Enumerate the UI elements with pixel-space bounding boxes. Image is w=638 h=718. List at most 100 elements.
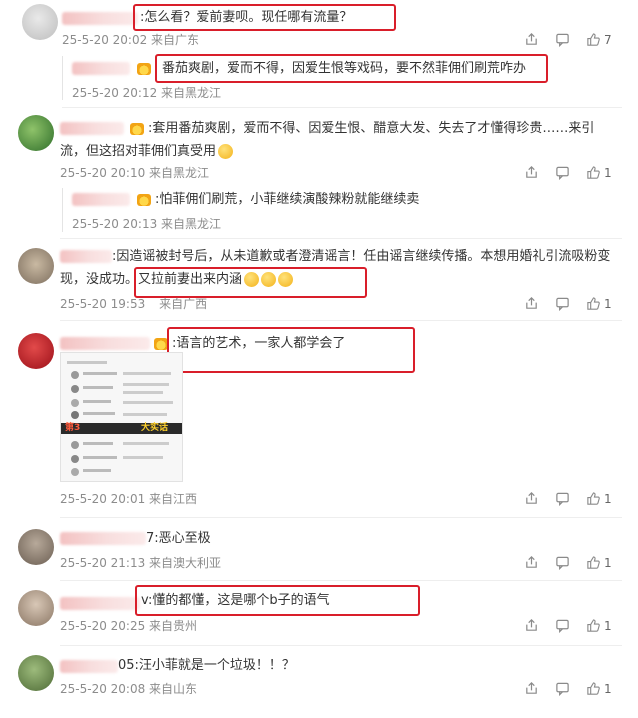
like-button[interactable]: 1 xyxy=(586,555,612,570)
image-caption: 第3 xyxy=(65,423,81,433)
username-blurred[interactable] xyxy=(60,122,124,135)
emoji-icon xyxy=(218,144,234,159)
like-count: 1 xyxy=(604,491,612,506)
username-blurred[interactable] xyxy=(60,532,146,545)
like-count: 7 xyxy=(604,32,612,47)
comment-time: 25-5-20 19:53 xyxy=(60,297,146,311)
like-icon xyxy=(586,491,601,506)
share-icon[interactable] xyxy=(524,681,539,696)
avatar[interactable] xyxy=(18,655,54,691)
comment-meta: 25-5-20 20:08 来自山东 xyxy=(60,682,198,696)
like-icon xyxy=(586,681,601,696)
comment-location: 来自广西 xyxy=(159,297,208,311)
comment-text: :套用番茄爽剧，爱而不得、因爱生恨、醋意大发、失去了才懂得珍贵……来引 xyxy=(148,121,595,136)
comment-text: :语言的艺术，一家人都学会了 xyxy=(172,336,346,351)
comment-icon[interactable] xyxy=(555,555,570,570)
username-blurred[interactable] xyxy=(60,250,112,263)
separator xyxy=(60,320,622,321)
highlight-box xyxy=(134,267,367,298)
comment-text-body: 懂的都懂，这是哪个b子的语气 xyxy=(152,593,330,608)
comment-icon[interactable] xyxy=(555,681,570,696)
comment-text: :因造谣被封号后，从未道歉或者澄清谣言！任由谣言继续传播。本想用婚礼引流吸粉变 xyxy=(112,249,611,264)
separator xyxy=(60,238,622,239)
crown-badge-icon xyxy=(137,194,151,206)
comment-actions: 1 xyxy=(524,681,612,696)
comment-text: :怎么看？爱前妻呗。现任哪有流量？ xyxy=(140,10,353,25)
share-icon[interactable] xyxy=(524,296,539,311)
image-caption: 大实话 xyxy=(141,423,169,433)
avatar[interactable] xyxy=(18,248,54,284)
like-count: 1 xyxy=(604,296,612,311)
comment-image[interactable]: 第3 大实话 xyxy=(60,352,183,482)
comment-icon[interactable] xyxy=(555,491,570,506)
reply-divider xyxy=(62,56,63,100)
reply-text: 番茄爽剧，爱而不得，因爱生恨等戏码，要不然菲佣们刷荒咋办 xyxy=(162,61,527,76)
username-blurred[interactable] xyxy=(60,660,118,673)
comment-text: v:懂的都懂，这是哪个b子的语气 xyxy=(141,589,330,612)
like-count: 1 xyxy=(604,618,612,633)
username-blurred[interactable] xyxy=(72,62,130,75)
separator xyxy=(60,645,622,646)
like-button[interactable]: 1 xyxy=(586,491,612,506)
comment-icon[interactable] xyxy=(555,165,570,180)
comment-meta: 25-5-20 20:10 来自黑龙江 xyxy=(60,166,210,180)
comment-meta: 25-5-20 20:01 来自江西 xyxy=(60,492,198,506)
comment-icon[interactable] xyxy=(555,32,570,47)
username-blurred[interactable] xyxy=(60,597,140,610)
crown-badge-icon xyxy=(130,123,144,135)
comment-meta: 25-5-20 19:53 来自广西 xyxy=(60,296,207,312)
comment-actions: 1 xyxy=(524,491,612,506)
separator xyxy=(60,580,622,581)
username-blurred[interactable] xyxy=(72,193,130,206)
avatar[interactable] xyxy=(18,529,54,565)
username-blurred[interactable] xyxy=(62,12,138,25)
reply-text: :怕菲佣们刷荒，小菲继续演酸辣粉就能继续卖 xyxy=(155,192,420,207)
comment-actions: 1 xyxy=(524,555,612,570)
reply-divider xyxy=(62,188,63,232)
comment-actions: 1 xyxy=(524,296,612,311)
avatar[interactable] xyxy=(18,590,54,626)
like-button[interactable]: 1 xyxy=(586,296,612,311)
like-icon xyxy=(586,555,601,570)
like-button[interactable]: 1 xyxy=(586,618,612,633)
comment-text-prefix: v: xyxy=(141,593,153,608)
like-icon xyxy=(586,32,601,47)
avatar[interactable] xyxy=(18,333,54,369)
comment-actions: 1 xyxy=(524,165,612,180)
like-button[interactable]: 1 xyxy=(586,681,612,696)
avatar[interactable] xyxy=(18,115,54,151)
comment-icon[interactable] xyxy=(555,618,570,633)
share-icon[interactable] xyxy=(524,32,539,47)
comment-text-line2: 流，但这招对菲佣们真受用 xyxy=(60,140,234,163)
share-icon[interactable] xyxy=(524,618,539,633)
comment-text-continued: 现，没成功。 xyxy=(60,272,139,287)
share-icon[interactable] xyxy=(524,491,539,506)
comment-text-continued: 流，但这招对菲佣们真受用 xyxy=(60,144,217,159)
comment-icon[interactable] xyxy=(555,296,570,311)
username-blurred[interactable] xyxy=(60,337,150,350)
like-icon xyxy=(586,165,601,180)
comment-text: 7:恶心至极 xyxy=(146,531,211,546)
like-icon xyxy=(586,618,601,633)
reply-meta: 25-5-20 20:12 来自黑龙江 xyxy=(72,86,222,100)
avatar[interactable] xyxy=(22,4,58,40)
comment-meta: 25-5-20 20:25 来自贵州 xyxy=(60,619,198,633)
like-count: 1 xyxy=(604,555,612,570)
comment-actions: 7 xyxy=(524,32,612,47)
separator xyxy=(60,517,622,518)
like-button[interactable]: 7 xyxy=(586,32,612,47)
share-icon[interactable] xyxy=(524,555,539,570)
like-icon xyxy=(586,296,601,311)
crown-badge-icon xyxy=(137,63,151,75)
like-count: 1 xyxy=(604,165,612,180)
share-icon[interactable] xyxy=(524,165,539,180)
comment-meta: 25-5-20 21:13 来自澳大利亚 xyxy=(60,556,222,570)
comment-text: 05:汪小菲就是一个垃圾！！？ xyxy=(118,658,295,673)
comment-actions: 1 xyxy=(524,618,612,633)
like-button[interactable]: 1 xyxy=(586,165,612,180)
reply-meta: 25-5-20 20:13 来自黑龙江 xyxy=(72,217,222,231)
crown-badge-icon xyxy=(154,338,168,350)
like-count: 1 xyxy=(604,681,612,696)
comment-meta: 25-5-20 20:02 来自广东 xyxy=(62,33,200,47)
separator xyxy=(62,107,622,108)
